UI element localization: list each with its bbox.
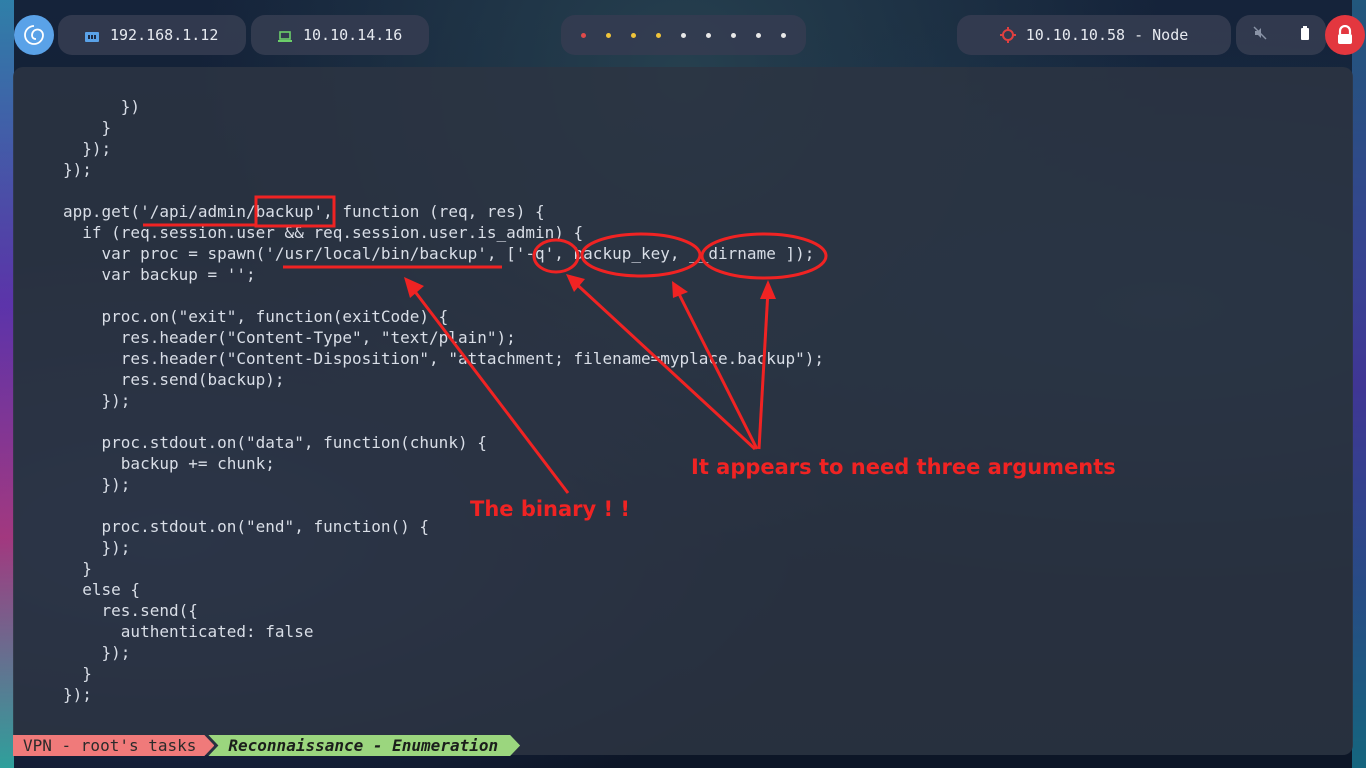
window-segment[interactable]: Reconnaissance - Enumeration (208, 735, 520, 756)
vpn-ip-widget[interactable]: 10.10.14.16 (251, 15, 429, 55)
network-icon (84, 29, 100, 42)
vpn-ip-label: 10.10.14.16 (303, 26, 403, 44)
laptop-icon (277, 29, 293, 42)
wallpaper-left-edge (0, 0, 14, 768)
code-line: res.send({ (63, 601, 198, 620)
code-line: proc.stdout.on("data", function(chunk) { (63, 433, 487, 452)
code-line: } (63, 664, 92, 683)
code-line: } (63, 559, 92, 578)
tmux-status-bar: VPN - root's tasks Reconnaissance - Enum… (13, 735, 520, 756)
annotation-binary-label: The binary ! ! (470, 497, 631, 521)
code-line: }) (63, 97, 141, 116)
session-segment[interactable]: VPN - root's tasks (13, 735, 214, 756)
system-tray[interactable] (1236, 15, 1326, 55)
speaker-muted-icon[interactable] (1253, 26, 1267, 44)
debian-swirl-icon[interactable] (14, 15, 54, 55)
code-line: }); (63, 643, 131, 662)
workspace-dot-6[interactable] (706, 32, 711, 38)
code-line: app.get('/api/admin/backup', function (r… (63, 202, 545, 221)
code-line: res.send(backup); (63, 370, 285, 389)
local-ip-label: 192.168.1.12 (110, 26, 219, 44)
code-line: authenticated: false (63, 622, 314, 641)
code-line: }); (63, 139, 112, 158)
code-line: else { (63, 580, 141, 599)
code-line: var proc = spawn('/usr/local/bin/backup'… (63, 244, 815, 263)
battery-icon[interactable] (1300, 26, 1310, 44)
workspace-dot-8[interactable] (756, 32, 761, 38)
code-line: }); (63, 538, 131, 557)
workspace-dot-3[interactable] (631, 32, 636, 38)
code-line: proc.stdout.on("end", function() { (63, 517, 430, 536)
target-widget[interactable]: 10.10.10.58 - Node (957, 15, 1231, 55)
code-line: proc.on("exit", function(exitCode) { (63, 307, 449, 326)
code-view: }) } });}); app.get('/api/admin/backup',… (63, 96, 824, 705)
code-line: } (63, 118, 112, 137)
workspace-dot-2[interactable] (606, 32, 611, 38)
target-label: 10.10.10.58 - Node (1025, 26, 1189, 44)
workspace-dot-9[interactable] (781, 32, 786, 38)
workspace-dot-4[interactable] (656, 32, 661, 38)
workspace-dot-5[interactable] (681, 32, 686, 38)
code-line: }); (63, 160, 92, 179)
code-line: }); (63, 685, 92, 704)
crosshair-icon (999, 27, 1016, 43)
code-line: res.header("Content-Disposition", "attac… (63, 349, 824, 368)
workspace-dot-1[interactable] (581, 32, 586, 38)
code-line: }); (63, 391, 131, 410)
annotation-arguments-label: It appears to need three arguments (691, 455, 1116, 479)
code-line: res.header("Content-Type", "text/plain")… (63, 328, 516, 347)
workspace-switcher[interactable] (561, 15, 806, 55)
code-line: if (req.session.user && req.session.user… (63, 223, 584, 242)
wallpaper-right-edge (1352, 0, 1366, 768)
local-ip-widget[interactable]: 192.168.1.12 (58, 15, 246, 55)
padlock-icon[interactable] (1325, 15, 1365, 55)
workspace-dot-7[interactable] (731, 32, 736, 38)
code-line: var backup = ''; (63, 265, 256, 284)
